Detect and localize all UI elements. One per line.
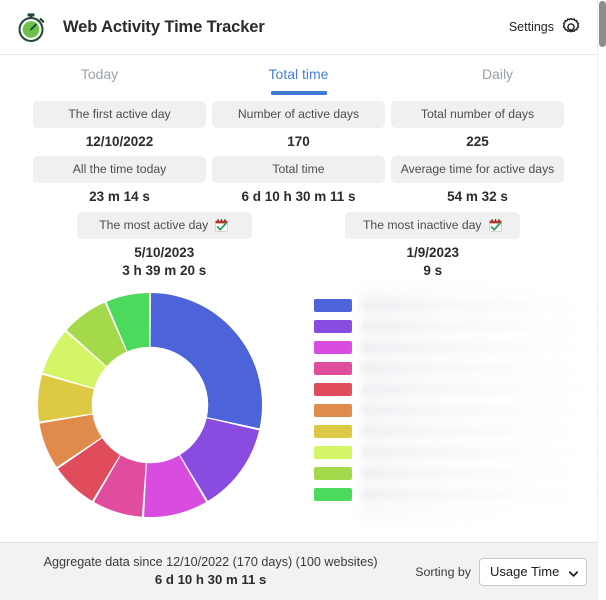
legend-item-label — [362, 362, 597, 374]
footer-aggregate-total: 6 d 10 h 30 m 11 s — [154, 572, 267, 587]
stats-row-1: The first active day 12/10/2022 Number o… — [33, 101, 564, 150]
legend-color-swatch — [314, 340, 352, 354]
legend-item[interactable] — [314, 466, 597, 480]
legend-item-label — [362, 425, 597, 437]
legend-item-label — [362, 299, 597, 311]
stat-most-active-day-duration: 3 h 39 m 20 s — [122, 263, 207, 278]
legend-color-swatch — [314, 445, 352, 459]
donut-chart-svg[interactable] — [34, 289, 266, 521]
tab-today-underline — [72, 91, 128, 95]
footer-aggregate-text: Aggregate data since 12/10/2022 (170 day… — [43, 555, 378, 569]
content-column: Web Activity Time Tracker Settings Today… — [0, 0, 597, 521]
chart-legend — [300, 289, 597, 521]
stat-most-active-day-value: 5/10/2023 — [134, 245, 195, 260]
settings-button[interactable]: Settings — [509, 17, 581, 37]
stat-most-inactive-day-label: The most inactive day — [362, 218, 482, 232]
legend-item-label — [362, 446, 597, 458]
legend-item[interactable] — [314, 403, 597, 417]
stat-number-of-active-days-label: Number of active days — [212, 101, 385, 128]
tab-today-label: Today — [80, 66, 119, 82]
tab-total-time-underline — [270, 91, 327, 95]
settings-label: Settings — [508, 20, 554, 34]
stat-first-active-day-value: 12/10/2022 — [85, 134, 154, 149]
legend-item-label — [362, 320, 597, 332]
stat-total-time-label: Total time — [212, 156, 385, 183]
stat-number-of-active-days: Number of active days 170 — [212, 101, 385, 150]
stat-most-inactive-day-label-pill: The most inactive day — [345, 212, 521, 239]
footer-bar: Aggregate data since 12/10/2022 (170 day… — [0, 542, 597, 600]
legend-item-label — [362, 383, 597, 395]
stat-most-inactive-day-duration: 9 s — [423, 263, 443, 278]
stat-all-time-today-value: 23 m 14 s — [89, 189, 150, 204]
stat-number-of-active-days-value: 170 — [287, 134, 310, 149]
stat-most-active-day-label-pill: The most active day — [76, 212, 252, 239]
legend-item-label — [362, 488, 597, 500]
legend-color-swatch — [314, 298, 352, 312]
legend-item[interactable] — [314, 298, 597, 312]
stat-average-time-active-days-value: 54 m 32 s — [447, 189, 508, 204]
legend-color-swatch — [314, 487, 352, 501]
tab-total-time-label: Total time — [268, 66, 329, 82]
scrollbar-thumb[interactable] — [599, 1, 606, 47]
stat-all-time-today-label: All the time today — [33, 156, 206, 183]
sorting-select-wrapper: Usage TimeNameVisits — [479, 557, 587, 586]
tab-today[interactable]: Today — [0, 55, 199, 101]
legend-color-swatch — [314, 466, 352, 480]
legend-item[interactable] — [314, 361, 597, 375]
footer-summary: Aggregate data since 12/10/2022 (170 day… — [22, 554, 415, 589]
stat-total-number-of-days: Total number of days 225 — [391, 101, 564, 150]
legend-item[interactable] — [314, 319, 597, 333]
tab-daily-underline — [470, 91, 526, 95]
page-title: Web Activity Time Tracker — [63, 17, 265, 36]
stats-row-2: All the time today 23 m 14 s Total time … — [33, 156, 564, 205]
legend-item[interactable] — [314, 424, 597, 438]
legend-item[interactable] — [314, 382, 597, 396]
stat-total-time: Total time 6 d 10 h 30 m 11 s — [212, 156, 385, 205]
legend-item[interactable] — [314, 445, 597, 459]
legend-color-swatch — [314, 361, 352, 375]
sorting-control: Sorting by Usage TimeNameVisits — [415, 557, 587, 586]
stat-average-time-active-days: Average time for active days 54 m 32 s — [391, 156, 564, 205]
legend-color-swatch — [314, 319, 352, 333]
stopwatch-icon — [14, 10, 48, 44]
calendar-check-icon — [488, 218, 503, 233]
legend-list — [314, 298, 597, 501]
stat-most-inactive-day-value: 1/9/2023 — [406, 245, 460, 260]
vertical-scrollbar[interactable] — [597, 0, 606, 600]
tab-daily-label: Daily — [481, 66, 514, 82]
legend-item[interactable] — [314, 487, 597, 501]
donut-slice[interactable] — [150, 293, 262, 429]
stat-first-active-day: The first active day 12/10/2022 — [33, 101, 206, 150]
stat-total-time-value: 6 d 10 h 30 m 11 s — [241, 189, 356, 204]
legend-item-label — [362, 341, 597, 353]
sorting-select[interactable]: Usage TimeNameVisits — [479, 557, 587, 586]
tab-total-time[interactable]: Total time — [199, 55, 398, 101]
legend-item-label — [362, 404, 597, 416]
stat-total-number-of-days-label: Total number of days — [391, 101, 564, 128]
tab-daily[interactable]: Daily — [398, 55, 597, 101]
app-window: Web Activity Time Tracker Settings Today… — [0, 0, 606, 600]
stat-most-inactive-day: The most inactive day 1/9/2023 9 s — [302, 212, 565, 280]
app-header: Web Activity Time Tracker Settings — [0, 0, 597, 55]
stat-total-number-of-days-value: 225 — [466, 134, 489, 149]
stats-section: The first active day 12/10/2022 Number o… — [0, 101, 597, 280]
tab-bar: Today Total time Daily — [0, 55, 597, 101]
stat-most-active-day: The most active day 5/10/2023 3 h 39 m 2… — [33, 212, 296, 280]
legend-color-swatch — [314, 424, 352, 438]
stat-all-time-today: All the time today 23 m 14 s — [33, 156, 206, 205]
sorting-label: Sorting by — [415, 564, 471, 579]
stat-most-active-day-label: The most active day — [99, 218, 209, 232]
chart-area — [0, 289, 597, 521]
legend-item-label — [362, 467, 597, 479]
donut-chart[interactable] — [0, 289, 300, 521]
stat-first-active-day-label: The first active day — [33, 101, 206, 128]
calendar-check-icon — [214, 218, 229, 233]
stats-row-3: The most active day 5/10/2023 3 h 39 m 2… — [33, 212, 564, 280]
gear-icon[interactable] — [561, 17, 581, 37]
legend-color-swatch — [314, 382, 352, 396]
legend-item[interactable] — [314, 340, 597, 354]
legend-color-swatch — [314, 403, 352, 417]
stat-average-time-active-days-label: Average time for active days — [391, 156, 564, 183]
